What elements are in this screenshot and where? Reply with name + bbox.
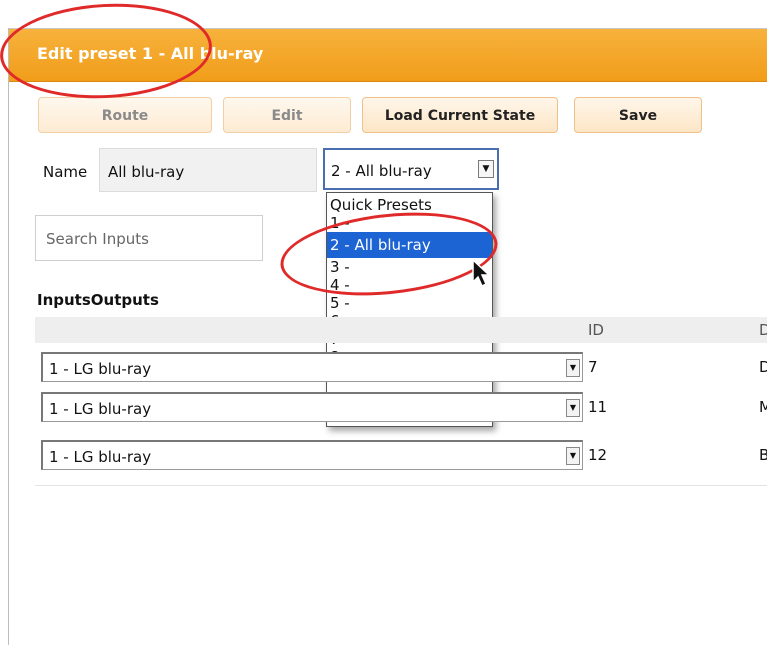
input-select[interactable]: 1 - LG blu-ray ▼ [41, 440, 583, 470]
edit-button[interactable]: Edit [223, 97, 351, 133]
window-frame-left [8, 28, 9, 645]
row-d: M [759, 398, 767, 416]
row-id: 12 [588, 446, 608, 464]
save-button[interactable]: Save [574, 97, 702, 133]
preset-select[interactable]: 2 - All blu-ray ▼ [323, 148, 499, 190]
name-label: Name [43, 163, 88, 181]
input-select-value: 1 - LG blu-ray [49, 448, 152, 466]
table-header: ID D [35, 317, 767, 343]
input-select[interactable]: 1 - LG blu-ray ▼ [41, 392, 583, 422]
tab-outputs[interactable]: Outputs [91, 291, 159, 309]
tab-inputs[interactable]: Inputs [37, 291, 91, 309]
mouse-pointer-icon [472, 258, 491, 288]
row-id: 7 [588, 358, 598, 376]
input-select-value: 1 - LG blu-ray [49, 400, 152, 418]
routing-table: ID D 1 - LG blu-ray ▼ 7 D 1 - LG blu-ray… [35, 317, 767, 486]
row-id: 11 [588, 398, 608, 416]
table-row: 1 - LG blu-ray ▼ 7 D [35, 352, 767, 384]
chevron-down-icon[interactable]: ▼ [566, 399, 580, 417]
dropdown-group-header: Quick Presets [330, 196, 432, 214]
input-select-value: 1 - LG blu-ray [49, 360, 152, 378]
route-button[interactable]: Route [38, 97, 212, 133]
table-row: 1 - LG blu-ray ▼ 12 B [35, 440, 767, 472]
name-value: All blu-ray [108, 163, 185, 181]
column-header-id: ID [588, 321, 604, 339]
input-select[interactable]: 1 - LG blu-ray ▼ [41, 352, 583, 382]
chevron-down-icon[interactable]: ▼ [566, 447, 580, 465]
search-input[interactable] [44, 229, 248, 249]
row-d: B [759, 446, 767, 464]
chevron-down-icon[interactable]: ▼ [566, 359, 580, 377]
table-row: 1 - LG blu-ray ▼ 11 M [35, 392, 767, 424]
search-inputs-box[interactable] [35, 215, 263, 261]
name-field[interactable]: All blu-ray [99, 148, 317, 192]
annotation-ellipse-title [0, 0, 215, 104]
load-current-state-button[interactable]: Load Current State [362, 97, 558, 133]
chevron-down-icon[interactable]: ▼ [478, 160, 494, 178]
io-tabs: InputsOutputs [37, 291, 159, 309]
column-header-d: D [759, 321, 767, 339]
dropdown-option-5[interactable]: 5 - [327, 294, 492, 312]
preset-select-value: 2 - All blu-ray [331, 162, 432, 180]
row-d: D [759, 358, 767, 376]
